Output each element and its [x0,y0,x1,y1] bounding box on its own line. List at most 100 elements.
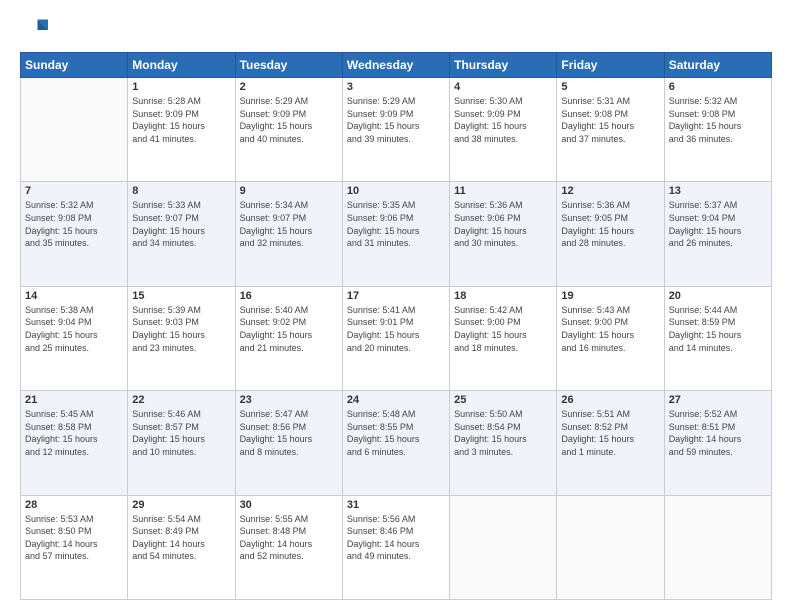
day-number: 23 [240,394,338,406]
calendar-cell: 19 Sunrise: 5:43 AM Sunset: 9:00 PM Dayli… [557,286,664,390]
calendar-cell: 24 Sunrise: 5:48 AM Sunset: 8:55 PM Dayli… [342,391,449,495]
calendar-cell: 25 Sunrise: 5:50 AM Sunset: 8:54 PM Dayli… [450,391,557,495]
weekday-header: Thursday [450,53,557,78]
calendar-cell: 3 Sunrise: 5:29 AM Sunset: 9:09 PM Daylig… [342,78,449,182]
calendar-week-row: 21 Sunrise: 5:45 AM Sunset: 8:58 PM Dayli… [21,391,772,495]
cell-info: Sunrise: 5:28 AM Sunset: 9:09 PM Dayligh… [132,95,230,145]
day-number: 18 [454,290,552,302]
cell-info: Sunrise: 5:34 AM Sunset: 9:07 PM Dayligh… [240,199,338,249]
cell-info: Sunrise: 5:33 AM Sunset: 9:07 PM Dayligh… [132,199,230,249]
calendar-week-row: 1 Sunrise: 5:28 AM Sunset: 9:09 PM Daylig… [21,78,772,182]
calendar-table: SundayMondayTuesdayWednesdayThursdayFrid… [20,52,772,600]
day-number: 19 [561,290,659,302]
cell-info: Sunrise: 5:31 AM Sunset: 9:08 PM Dayligh… [561,95,659,145]
cell-info: Sunrise: 5:36 AM Sunset: 9:05 PM Dayligh… [561,199,659,249]
cell-info: Sunrise: 5:29 AM Sunset: 9:09 PM Dayligh… [347,95,445,145]
cell-info: Sunrise: 5:51 AM Sunset: 8:52 PM Dayligh… [561,408,659,458]
calendar-cell: 29Sunrise: 5:54 AM Sunset: 8:49 PM Dayli… [128,495,235,599]
day-number: 30 [240,499,338,511]
day-number: 3 [347,81,445,93]
day-number: 26 [561,394,659,406]
calendar-cell: 15 Sunrise: 5:39 AM Sunset: 9:03 PM Dayli… [128,286,235,390]
day-number: 5 [561,81,659,93]
weekday-header: Saturday [664,53,771,78]
day-number: 20 [669,290,767,302]
cell-info: Sunrise: 5:44 AM Sunset: 8:59 PM Dayligh… [669,304,767,354]
cell-info: Sunrise: 5:43 AM Sunset: 9:00 PM Dayligh… [561,304,659,354]
day-number: 7 [25,185,123,197]
day-number: 16 [240,290,338,302]
cell-info: Sunrise: 5:32 AM Sunset: 9:08 PM Dayligh… [25,199,123,249]
day-number: 9 [240,185,338,197]
cell-info: Sunrise: 5:45 AM Sunset: 8:58 PM Dayligh… [25,408,123,458]
day-number: 12 [561,185,659,197]
cell-info: Sunrise: 5:37 AM Sunset: 9:04 PM Dayligh… [669,199,767,249]
calendar-cell: 1 Sunrise: 5:28 AM Sunset: 9:09 PM Daylig… [128,78,235,182]
cell-info: Sunrise: 5:46 AM Sunset: 8:57 PM Dayligh… [132,408,230,458]
calendar-cell [21,78,128,182]
weekday-header: Sunday [21,53,128,78]
cell-info: Sunrise: 5:55 AM Sunset: 8:48 PM Dayligh… [240,513,338,563]
cell-info: Sunrise: 5:52 AM Sunset: 8:51 PM Dayligh… [669,408,767,458]
day-number: 29 [132,499,230,511]
day-number: 25 [454,394,552,406]
cell-info: Sunrise: 5:41 AM Sunset: 9:01 PM Dayligh… [347,304,445,354]
calendar-cell: 22Sunrise: 5:46 AM Sunset: 8:57 PM Dayli… [128,391,235,495]
day-number: 6 [669,81,767,93]
calendar-cell: 2 Sunrise: 5:29 AM Sunset: 9:09 PM Daylig… [235,78,342,182]
weekday-header: Wednesday [342,53,449,78]
calendar-week-row: 28 Sunrise: 5:53 AM Sunset: 8:50 PM Dayli… [21,495,772,599]
calendar-cell: 26 Sunrise: 5:51 AM Sunset: 8:52 PM Dayli… [557,391,664,495]
day-number: 11 [454,185,552,197]
calendar-cell: 8Sunrise: 5:33 AM Sunset: 9:07 PM Daylig… [128,182,235,286]
day-number: 27 [669,394,767,406]
cell-info: Sunrise: 5:50 AM Sunset: 8:54 PM Dayligh… [454,408,552,458]
cell-info: Sunrise: 5:32 AM Sunset: 9:08 PM Dayligh… [669,95,767,145]
page: SundayMondayTuesdayWednesdayThursdayFrid… [0,0,792,612]
day-number: 28 [25,499,123,511]
cell-info: Sunrise: 5:42 AM Sunset: 9:00 PM Dayligh… [454,304,552,354]
cell-info: Sunrise: 5:36 AM Sunset: 9:06 PM Dayligh… [454,199,552,249]
day-number: 15 [132,290,230,302]
calendar-cell: 4Sunrise: 5:30 AM Sunset: 9:09 PM Daylig… [450,78,557,182]
calendar-header-row: SundayMondayTuesdayWednesdayThursdayFrid… [21,53,772,78]
calendar-cell: 6 Sunrise: 5:32 AM Sunset: 9:08 PM Daylig… [664,78,771,182]
cell-info: Sunrise: 5:53 AM Sunset: 8:50 PM Dayligh… [25,513,123,563]
calendar-cell: 17Sunrise: 5:41 AM Sunset: 9:01 PM Dayli… [342,286,449,390]
calendar-cell: 9 Sunrise: 5:34 AM Sunset: 9:07 PM Daylig… [235,182,342,286]
day-number: 21 [25,394,123,406]
cell-info: Sunrise: 5:40 AM Sunset: 9:02 PM Dayligh… [240,304,338,354]
calendar-cell: 13 Sunrise: 5:37 AM Sunset: 9:04 PM Dayli… [664,182,771,286]
calendar-cell: 30 Sunrise: 5:55 AM Sunset: 8:48 PM Dayli… [235,495,342,599]
weekday-header: Friday [557,53,664,78]
calendar-cell [557,495,664,599]
calendar-cell: 11 Sunrise: 5:36 AM Sunset: 9:06 PM Dayli… [450,182,557,286]
calendar-cell: 16 Sunrise: 5:40 AM Sunset: 9:02 PM Dayli… [235,286,342,390]
day-number: 14 [25,290,123,302]
calendar-cell [664,495,771,599]
calendar-week-row: 14 Sunrise: 5:38 AM Sunset: 9:04 PM Dayli… [21,286,772,390]
calendar-cell: 7 Sunrise: 5:32 AM Sunset: 9:08 PM Daylig… [21,182,128,286]
cell-info: Sunrise: 5:48 AM Sunset: 8:55 PM Dayligh… [347,408,445,458]
logo-icon [20,16,48,44]
day-number: 2 [240,81,338,93]
cell-info: Sunrise: 5:38 AM Sunset: 9:04 PM Dayligh… [25,304,123,354]
day-number: 13 [669,185,767,197]
calendar-cell: 21 Sunrise: 5:45 AM Sunset: 8:58 PM Dayli… [21,391,128,495]
calendar-cell: 12 Sunrise: 5:36 AM Sunset: 9:05 PM Dayli… [557,182,664,286]
calendar-cell: 14 Sunrise: 5:38 AM Sunset: 9:04 PM Dayli… [21,286,128,390]
calendar-cell: 28 Sunrise: 5:53 AM Sunset: 8:50 PM Dayli… [21,495,128,599]
cell-info: Sunrise: 5:29 AM Sunset: 9:09 PM Dayligh… [240,95,338,145]
cell-info: Sunrise: 5:35 AM Sunset: 9:06 PM Dayligh… [347,199,445,249]
cell-info: Sunrise: 5:56 AM Sunset: 8:46 PM Dayligh… [347,513,445,563]
calendar-cell: 10 Sunrise: 5:35 AM Sunset: 9:06 PM Dayli… [342,182,449,286]
day-number: 24 [347,394,445,406]
calendar-week-row: 7 Sunrise: 5:32 AM Sunset: 9:08 PM Daylig… [21,182,772,286]
cell-info: Sunrise: 5:30 AM Sunset: 9:09 PM Dayligh… [454,95,552,145]
day-number: 1 [132,81,230,93]
day-number: 10 [347,185,445,197]
cell-info: Sunrise: 5:39 AM Sunset: 9:03 PM Dayligh… [132,304,230,354]
calendar-cell [450,495,557,599]
calendar-cell: 23 Sunrise: 5:47 AM Sunset: 8:56 PM Dayli… [235,391,342,495]
cell-info: Sunrise: 5:47 AM Sunset: 8:56 PM Dayligh… [240,408,338,458]
